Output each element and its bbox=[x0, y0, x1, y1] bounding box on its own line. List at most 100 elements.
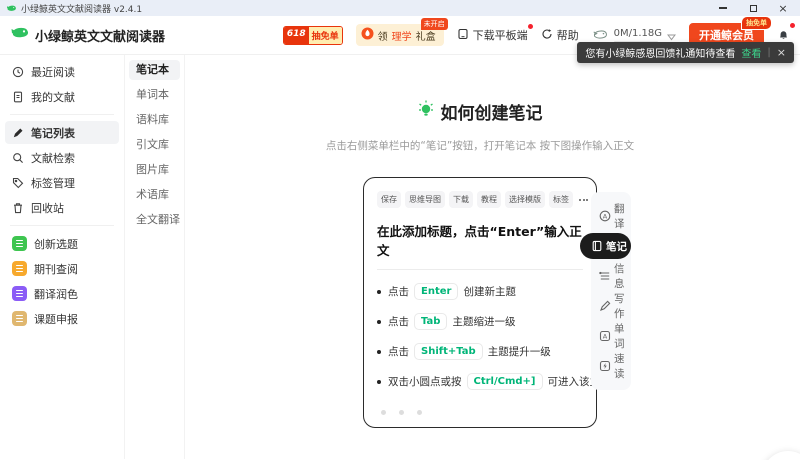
card-toolbar: 保存思维导图下载教程选择模版标签 bbox=[377, 191, 583, 208]
toast-close-icon[interactable]: × bbox=[777, 46, 786, 59]
more-icon[interactable] bbox=[579, 199, 588, 201]
close-button[interactable]: × bbox=[778, 3, 788, 13]
notification-dot bbox=[528, 24, 533, 29]
tool-label: 速读 bbox=[614, 351, 631, 381]
whale-mascot-icon bbox=[769, 456, 800, 460]
tool-label: 写作 bbox=[614, 291, 631, 321]
window-controls: × bbox=[718, 3, 794, 13]
sidebar-item-课题申报[interactable]: 课题申报 bbox=[5, 307, 119, 330]
sidebar-item-笔记列表[interactable]: 笔记列表 bbox=[5, 121, 119, 144]
body: 最近阅读我的文献笔记列表文献检索标签管理回收站创新选题期刊查阅翻译润色课题申报 … bbox=[0, 55, 800, 459]
tool-信息[interactable]: 信息 bbox=[591, 261, 631, 291]
minimize-icon bbox=[719, 7, 727, 8]
tool-单词[interactable]: A单词 bbox=[591, 321, 631, 351]
pagination-dots[interactable] bbox=[377, 410, 583, 415]
sidebar-item-label: 翻译润色 bbox=[34, 286, 78, 302]
vip-upgrade-label: 开通鲸会员 bbox=[699, 29, 754, 42]
card-toolbar-选择模版[interactable]: 选择模版 bbox=[505, 191, 545, 208]
tool-笔记[interactable]: 笔记 bbox=[580, 233, 631, 259]
sidebar-item-标签管理[interactable]: 标签管理 bbox=[5, 171, 119, 194]
right-toolbar: A翻译笔记信息写作A单词速读 bbox=[591, 192, 631, 390]
sidebar-item-label: 文献检索 bbox=[31, 150, 75, 166]
instruction-item: 双击小圆点或按Ctrl/Cmd+]可进入该主题 bbox=[377, 373, 583, 390]
tool-写作[interactable]: 写作 bbox=[591, 291, 631, 321]
trash-icon bbox=[12, 202, 24, 214]
instruction-post-text: 主题提升一级 bbox=[488, 344, 551, 359]
subsidebar-item-术语库[interactable]: 术语库 bbox=[129, 185, 180, 205]
sidebar-item-期刊查阅[interactable]: 期刊查阅 bbox=[5, 257, 119, 280]
app-logo: 小绿鲸英文文献阅读器 bbox=[10, 26, 165, 45]
sidebar-item-label: 笔记列表 bbox=[31, 125, 75, 141]
tool-翻译[interactable]: A 翻译 bbox=[591, 201, 631, 231]
note-title-placeholder[interactable]: 在此添加标题，点击“Enter”输入正文 bbox=[377, 221, 583, 259]
speed-icon bbox=[599, 360, 611, 372]
card-toolbar-思维导图[interactable]: 思维导图 bbox=[405, 191, 445, 208]
subsidebar-item-语料库[interactable]: 语料库 bbox=[129, 110, 180, 130]
sidebar-item-label: 课题申报 bbox=[34, 311, 78, 327]
promo-618-button[interactable]: 618 抽免单 bbox=[283, 26, 343, 45]
tool-label: 信息 bbox=[614, 261, 631, 291]
gift-box-button[interactable]: 领理学礼盒 未开启 bbox=[356, 24, 444, 46]
shortcut-key: Enter bbox=[414, 283, 458, 300]
card-toolbar-教程[interactable]: 教程 bbox=[477, 191, 501, 208]
document-icon bbox=[12, 91, 24, 103]
subsidebar-item-引文库[interactable]: 引文库 bbox=[129, 135, 180, 155]
close-icon: × bbox=[778, 3, 787, 14]
subsidebar-item-单词本[interactable]: 单词本 bbox=[129, 85, 180, 105]
maximize-icon bbox=[750, 5, 757, 12]
sidebar-item-回收站[interactable]: 回收站 bbox=[5, 196, 119, 219]
shortcut-key: Tab bbox=[414, 313, 447, 330]
divider bbox=[377, 269, 583, 270]
tool-label: 单词 bbox=[614, 321, 631, 351]
gift-status-badge: 未开启 bbox=[421, 18, 448, 30]
mascot-assistant-button[interactable] bbox=[762, 451, 800, 460]
secondary-sidebar: 笔记本单词本语料库引文库图片库术语库全文翻译 bbox=[125, 55, 185, 459]
tool-速读[interactable]: 速读 bbox=[591, 351, 631, 381]
toast-separator: | bbox=[767, 47, 770, 58]
titlebar: 小绿鲸英文文献阅读器 v2.4.1 × bbox=[0, 0, 800, 16]
app-icon bbox=[12, 311, 27, 326]
minimize-button[interactable] bbox=[718, 3, 728, 13]
sidebar-item-创新选题[interactable]: 创新选题 bbox=[5, 232, 119, 255]
instruction-list: 点击Enter创建新主题点击Tab主题缩进一级点击Shift+Tab主题提升一级… bbox=[377, 283, 583, 390]
bullet-dot bbox=[377, 290, 381, 294]
sidebar-item-翻译润色[interactable]: 翻译润色 bbox=[5, 282, 119, 305]
card-toolbar-保存[interactable]: 保存 bbox=[377, 191, 401, 208]
subsidebar-item-笔记本[interactable]: 笔记本 bbox=[129, 60, 180, 80]
sidebar-item-我的文献[interactable]: 我的文献 bbox=[5, 85, 119, 108]
sidebar-item-label: 期刊查阅 bbox=[34, 261, 78, 277]
lightbulb-icon bbox=[418, 100, 434, 123]
main-area: 如何创建笔记 点击右侧菜单栏中的“笔记”按钮，打开笔记本 按下图操作输入正文 保… bbox=[185, 55, 800, 459]
help-icon bbox=[541, 28, 553, 43]
sidebar-divider bbox=[10, 225, 114, 226]
shortcut-key: Shift+Tab bbox=[414, 343, 483, 360]
note-demo-card: 保存思维导图下载教程选择模版标签 在此添加标题，点击“Enter”输入正文 点击… bbox=[363, 177, 597, 428]
card-toolbar-下载[interactable]: 下载 bbox=[449, 191, 473, 208]
whale-logo-icon bbox=[6, 4, 17, 13]
instruction-pre-text: 点击 bbox=[388, 284, 409, 299]
sidebar-item-label: 我的文献 bbox=[31, 89, 75, 105]
instruction-item: 点击Shift+Tab主题提升一级 bbox=[377, 343, 583, 360]
sidebar-item-文献检索[interactable]: 文献检索 bbox=[5, 146, 119, 169]
tool-label: 翻译 bbox=[614, 201, 631, 231]
sidebar-item-最近阅读[interactable]: 最近阅读 bbox=[5, 60, 119, 83]
gift-label-prefix: 领 bbox=[378, 28, 388, 43]
toast-view-link[interactable]: 查看 bbox=[741, 45, 761, 60]
promo-618-label: 抽免单 bbox=[309, 27, 342, 44]
subsidebar-item-全文翻译[interactable]: 全文翻译 bbox=[129, 210, 180, 230]
card-toolbar-标签[interactable]: 标签 bbox=[549, 191, 573, 208]
maximize-button[interactable] bbox=[748, 3, 758, 13]
app-icon bbox=[12, 261, 27, 276]
pen-icon bbox=[12, 127, 24, 139]
subsidebar-item-图片库[interactable]: 图片库 bbox=[129, 160, 180, 180]
app-icon bbox=[12, 286, 27, 301]
help-button[interactable]: 帮助 bbox=[541, 27, 579, 43]
titlebar-title: 小绿鲸英文文献阅读器 v2.4.1 bbox=[21, 2, 142, 15]
instruction-post-text: 创建新主题 bbox=[463, 284, 516, 299]
notification-dot bbox=[790, 23, 795, 28]
download-tablet-button[interactable]: 下载平板端 bbox=[457, 27, 528, 43]
instruction-post-text: 主题缩进一级 bbox=[452, 314, 515, 329]
info-icon bbox=[599, 270, 611, 282]
bullet-dot bbox=[377, 380, 381, 384]
svg-text:A: A bbox=[603, 212, 608, 220]
